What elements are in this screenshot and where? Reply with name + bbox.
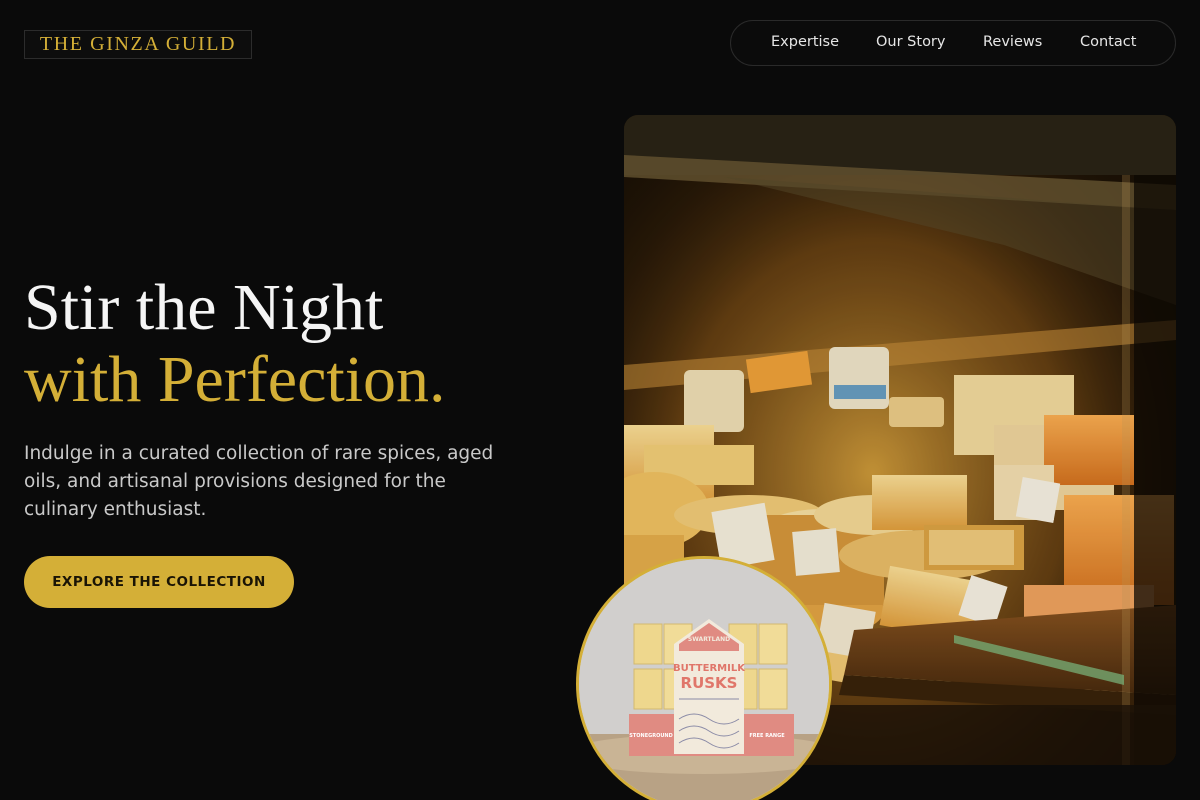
headline-line-1: Stir the Night bbox=[24, 271, 384, 344]
headline-line-2: with Perfection. bbox=[24, 343, 446, 416]
nav-link-our-story[interactable]: Our Story bbox=[876, 34, 945, 50]
svg-text:STONEGROUND: STONEGROUND bbox=[629, 733, 672, 739]
hero-headline: Stir the Night with Perfection. bbox=[24, 272, 584, 416]
rusks-product-photo: SWARTLAND BUTTERMILK RUSKS STONEGROUND F… bbox=[576, 556, 832, 800]
svg-text:SWARTLAND: SWARTLAND bbox=[688, 636, 730, 643]
nav-link-expertise[interactable]: Expertise bbox=[771, 34, 839, 50]
nav-link-reviews[interactable]: Reviews bbox=[983, 34, 1042, 50]
svg-text:BUTTERMILK: BUTTERMILK bbox=[673, 663, 746, 674]
svg-text:FREE RANGE: FREE RANGE bbox=[749, 733, 785, 739]
explore-collection-button[interactable]: EXPLORE THE COLLECTION bbox=[24, 556, 294, 608]
main-nav: Expertise Our Story Reviews Contact bbox=[730, 20, 1176, 66]
brand-logo[interactable]: THE GINZA GUILD bbox=[24, 30, 252, 59]
hero-description: Indulge in a curated collection of rare … bbox=[24, 443, 494, 520]
nav-link-contact[interactable]: Contact bbox=[1080, 34, 1136, 50]
svg-text:RUSKS: RUSKS bbox=[681, 674, 738, 692]
